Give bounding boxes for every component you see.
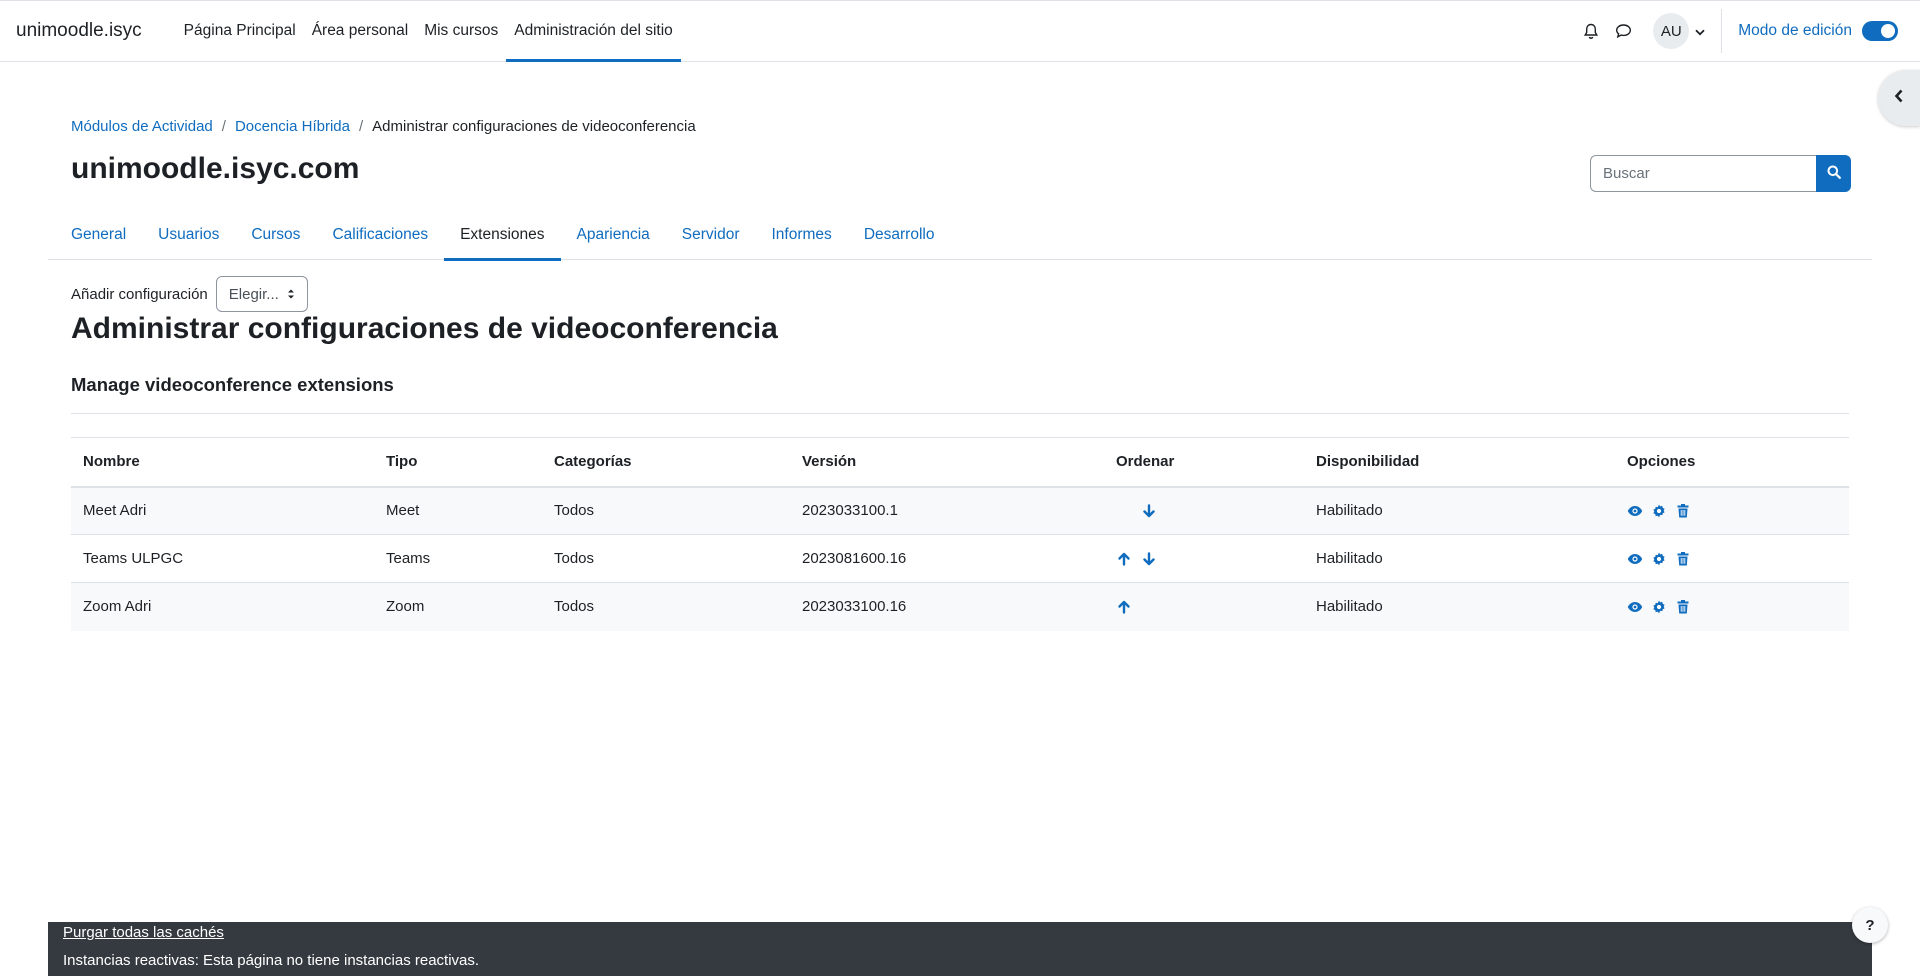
arrow-down-icon[interactable] (1141, 503, 1157, 519)
arrow-up-icon[interactable] (1116, 551, 1132, 567)
site-brand[interactable]: unimoodle.isyc (0, 1, 158, 61)
chevron-down-icon[interactable] (1695, 23, 1705, 40)
edit-mode-label: Modo de edición (1738, 22, 1852, 39)
user-avatar[interactable]: AU (1653, 13, 1690, 49)
cell-order (1104, 582, 1304, 631)
tab-general[interactable]: General (55, 210, 142, 260)
order-spacer (1116, 503, 1132, 519)
breadcrumb-item-current: Administrar configuraciones de videoconf… (372, 118, 696, 135)
column-header-categories: Categorías (542, 437, 790, 488)
search-button[interactable] (1816, 155, 1851, 192)
cell-name: Meet Adri (71, 486, 374, 535)
page-footer: Purgar todas las cachés Instancias react… (48, 922, 1872, 976)
gear-icon[interactable] (1651, 551, 1667, 567)
column-header-type: Tipo (374, 437, 542, 488)
open-block-drawer-button[interactable] (1878, 70, 1920, 126)
cell-options (1615, 486, 1849, 535)
tab-reports[interactable]: Informes (756, 210, 848, 260)
table-row: Meet Adri Meet Todos 2023033100.1 Habili… (71, 486, 1849, 535)
gear-icon[interactable] (1651, 599, 1667, 615)
tab-grades[interactable]: Calificaciones (316, 210, 444, 260)
extensions-table: Nombre Tipo Categorías Versión Ordenar D… (71, 437, 1849, 631)
tab-users[interactable]: Usuarios (142, 210, 235, 260)
cell-type: Teams (374, 534, 542, 583)
table-row: Zoom Adri Zoom Todos 2023033100.16 Habil… (71, 582, 1849, 631)
search-icon (1827, 165, 1841, 183)
navbar-right-section: AU Modo de edición (1575, 1, 1920, 61)
primary-navigation: Página Principal Área personal Mis curso… (176, 1, 681, 62)
column-header-version: Versión (790, 437, 1104, 488)
cell-version: 2023033100.1 (790, 486, 1104, 535)
column-header-order: Ordenar (1104, 437, 1304, 488)
top-navbar: unimoodle.isyc Página Principal Área per… (0, 0, 1920, 62)
cell-type: Meet (374, 486, 542, 535)
bell-icon[interactable] (1575, 15, 1607, 47)
tab-development[interactable]: Desarrollo (848, 210, 951, 260)
admin-search (1590, 155, 1851, 192)
gear-icon[interactable] (1651, 503, 1667, 519)
nav-item-dashboard[interactable]: Área personal (304, 1, 417, 61)
nav-item-site-admin[interactable]: Administración del sitio (506, 1, 681, 62)
add-configuration-row: Añadir configuración Elegir... (71, 276, 308, 312)
tab-plugins[interactable]: Extensiones (444, 210, 561, 261)
purge-caches-link[interactable]: Purgar todas las cachés (63, 924, 224, 941)
eye-icon[interactable] (1627, 599, 1643, 615)
page-heading: unimoodle.isyc.com (71, 152, 360, 185)
breadcrumb-item-activity-modules[interactable]: Módulos de Actividad (71, 118, 213, 135)
cell-order (1104, 534, 1304, 583)
chevron-left-icon (1894, 89, 1904, 107)
table-row: Teams ULPGC Teams Todos 2023081600.16 Ha… (71, 534, 1849, 583)
trash-icon[interactable] (1675, 551, 1691, 567)
select-arrows-icon (287, 288, 295, 300)
breadcrumb-separator: / (221, 118, 226, 135)
tab-server[interactable]: Servidor (666, 210, 756, 260)
breadcrumb-separator: / (359, 118, 364, 135)
admin-tabs: General Usuarios Cursos Calificaciones E… (48, 210, 1872, 261)
select-value: Elegir... (228, 285, 279, 303)
edit-mode-switch[interactable]: Modo de edición (1738, 21, 1898, 41)
column-header-availability: Disponibilidad (1304, 437, 1615, 488)
cell-options (1615, 534, 1849, 583)
eye-icon[interactable] (1627, 503, 1643, 519)
eye-icon[interactable] (1627, 551, 1643, 567)
section-divider (71, 413, 1849, 414)
arrow-up-icon[interactable] (1116, 599, 1132, 615)
edit-mode-toggle[interactable] (1862, 21, 1898, 41)
column-header-name: Nombre (71, 437, 374, 488)
cell-categories: Todos (542, 582, 790, 631)
cell-name: Zoom Adri (71, 582, 374, 631)
cell-availability: Habilitado (1304, 534, 1615, 583)
nav-item-my-courses[interactable]: Mis cursos (416, 1, 506, 61)
cell-categories: Todos (542, 534, 790, 583)
cell-type: Zoom (374, 582, 542, 631)
cell-availability: Habilitado (1304, 582, 1615, 631)
table-header-row: Nombre Tipo Categorías Versión Ordenar D… (71, 437, 1849, 488)
cell-version: 2023081600.16 (790, 534, 1104, 583)
arrow-down-icon[interactable] (1141, 551, 1157, 567)
add-configuration-select[interactable]: Elegir... (215, 276, 308, 312)
trash-icon[interactable] (1675, 503, 1691, 519)
cell-name: Teams ULPGC (71, 534, 374, 583)
chat-icon[interactable] (1607, 15, 1639, 47)
breadcrumb: Módulos de Actividad / Docencia Híbrida … (71, 118, 696, 135)
cell-categories: Todos (542, 486, 790, 535)
section-title: Manage videoconference extensions (71, 374, 394, 395)
main-title: Administrar configuraciones de videoconf… (71, 312, 778, 345)
add-configuration-label: Añadir configuración (71, 285, 208, 303)
cell-order (1104, 486, 1304, 535)
tab-appearance[interactable]: Apariencia (561, 210, 666, 260)
search-input[interactable] (1590, 155, 1816, 192)
trash-icon[interactable] (1675, 599, 1691, 615)
help-button[interactable]: ? (1852, 907, 1888, 943)
column-header-options: Opciones (1615, 437, 1849, 488)
reactive-instances-text: Instancias reactivas: Esta página no tie… (63, 952, 480, 969)
cell-availability: Habilitado (1304, 486, 1615, 535)
nav-item-home[interactable]: Página Principal (176, 1, 304, 61)
tab-courses[interactable]: Cursos (235, 210, 316, 260)
cell-options (1615, 582, 1849, 631)
navbar-divider (1721, 9, 1723, 53)
cell-version: 2023033100.16 (790, 582, 1104, 631)
breadcrumb-item-hybrid-teaching[interactable]: Docencia Híbrida (235, 118, 350, 135)
